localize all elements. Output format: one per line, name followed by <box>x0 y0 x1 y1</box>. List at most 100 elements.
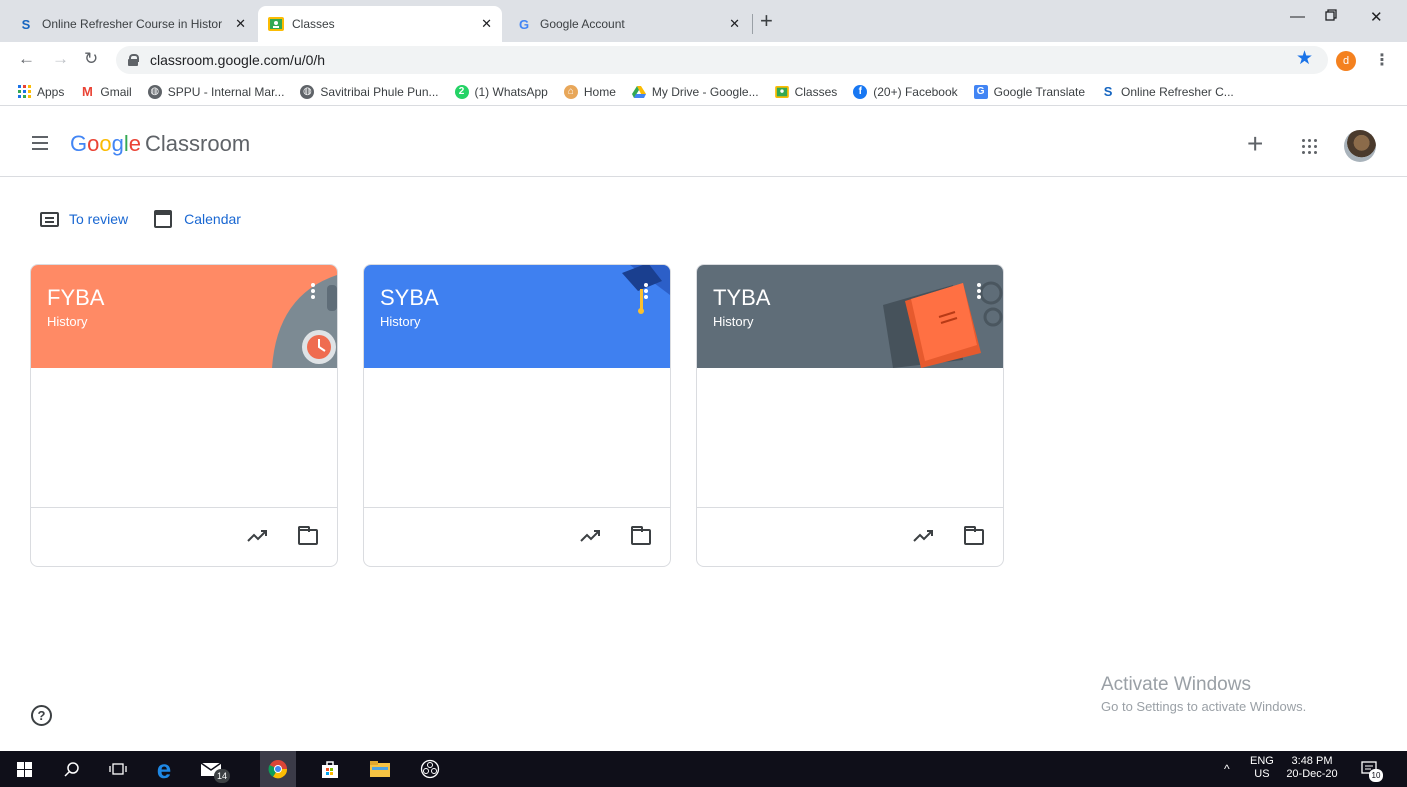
folder-icon[interactable] <box>964 526 984 545</box>
store-icon[interactable] <box>314 751 346 787</box>
close-icon[interactable]: ✕ <box>481 16 492 32</box>
trending-up-icon[interactable] <box>913 529 935 543</box>
bookmark-online-refresher[interactable]: S Online Refresher C... <box>1101 84 1234 99</box>
classroom-logo[interactable]: Google Classroom <box>70 131 250 157</box>
bookmark-label: SPPU - Internal Mar... <box>167 84 285 99</box>
bookmark-classes[interactable]: Classes <box>774 85 837 99</box>
new-tab-button[interactable]: + <box>760 10 773 32</box>
bookmark-translate[interactable]: G Google Translate <box>973 84 1085 99</box>
edge-browser-icon[interactable]: e <box>148 751 180 787</box>
bookmark-apps[interactable]: Apps <box>18 85 64 99</box>
bookmark-label: My Drive - Google... <box>651 84 759 99</box>
more-options-icon[interactable] <box>311 283 315 299</box>
s-icon: S <box>21 16 31 32</box>
home-icon: ⌂ <box>563 84 578 99</box>
tab-google-account[interactable]: G Google Account ✕ <box>506 6 750 42</box>
windows-taskbar: e 14 ^ ENG US 3:48 PM 20-Dec-20 10 <box>0 751 1407 787</box>
translate-icon: G <box>973 84 988 99</box>
calendar-icon <box>154 210 173 228</box>
class-card-fyba[interactable]: FYBA History <box>30 264 338 567</box>
restore-button[interactable] <box>1325 8 1337 25</box>
tab-classes[interactable]: Classes ✕ <box>258 6 502 42</box>
close-icon[interactable]: ✕ <box>235 16 246 32</box>
watermark-subtitle: Go to Settings to activate Windows. <box>1101 699 1307 714</box>
classroom-wordmark: Classroom <box>145 131 251 156</box>
bookmark-facebook[interactable]: f (20+) Facebook <box>853 84 958 99</box>
browser-menu-icon[interactable]: ⋮ <box>1374 50 1390 70</box>
browser-tab-strip: S Online Refresher Course in Histor ✕ Cl… <box>0 0 1407 42</box>
folder-icon[interactable] <box>298 526 318 545</box>
drive-icon <box>631 85 646 99</box>
trending-up-icon[interactable] <box>247 529 269 543</box>
bookmark-label: Gmail <box>100 84 132 99</box>
class-card-syba[interactable]: SYBA History <box>363 264 671 567</box>
class-card-banner[interactable]: TYBA History <box>697 265 1003 368</box>
classroom-icon <box>774 85 789 99</box>
whatsapp-icon: 2 <box>454 84 469 99</box>
class-card-banner[interactable]: FYBA History <box>31 265 337 368</box>
search-icon[interactable] <box>58 751 86 787</box>
language-code: ENG <box>1250 755 1274 767</box>
calendar-label: Calendar <box>184 211 241 227</box>
clock[interactable]: 3:48 PM 20-Dec-20 <box>1282 755 1342 781</box>
tab-title: Classes <box>292 17 335 31</box>
forward-icon[interactable]: → <box>52 49 69 69</box>
bookmark-drive[interactable]: My Drive - Google... <box>631 84 759 99</box>
tab-title: Google Account <box>540 17 625 31</box>
bookmark-star-icon[interactable]: ★ <box>1296 47 1313 70</box>
back-icon[interactable]: ← <box>18 49 35 69</box>
activate-windows-watermark: Activate Windows Go to Settings to activ… <box>1101 674 1306 714</box>
tab-separator <box>752 14 753 34</box>
obs-icon[interactable] <box>414 751 446 787</box>
bookmark-savitribai[interactable]: ◍ Savitribai Phule Pun... <box>300 84 439 99</box>
folder-icon[interactable] <box>631 526 651 545</box>
gmail-icon: M <box>81 84 93 99</box>
help-icon[interactable]: ? <box>31 705 52 726</box>
mail-icon[interactable]: 14 <box>192 751 232 787</box>
input-language[interactable]: ENG US <box>1250 755 1274 781</box>
tray-chevron-icon[interactable]: ^ <box>1224 763 1230 776</box>
bookmark-label: (1) WhatsApp <box>474 84 548 99</box>
account-avatar[interactable] <box>1344 130 1376 162</box>
clock-time: 3:48 PM <box>1291 755 1333 767</box>
url-text: classroom.google.com/u/0/h <box>150 52 326 68</box>
class-card-tyba[interactable]: TYBA History <box>696 264 1004 567</box>
to-review-link[interactable]: To review <box>40 211 128 227</box>
bookmark-home[interactable]: ⌂ Home <box>563 84 616 99</box>
watermark-title: Activate Windows <box>1101 674 1251 695</box>
calendar-link[interactable]: Calendar <box>154 210 241 228</box>
task-view-icon[interactable] <box>104 751 132 787</box>
close-window-button[interactable]: ✕ <box>1370 8 1383 26</box>
tab-online-refresher[interactable]: S Online Refresher Course in Histor ✕ <box>8 6 256 42</box>
tab-title: Online Refresher Course in Histor <box>42 17 223 31</box>
clock-date: 20-Dec-20 <box>1286 768 1338 780</box>
address-bar[interactable]: classroom.google.com/u/0/h <box>116 46 1328 74</box>
bookmarks-bar: Apps M Gmail ◍ SPPU - Internal Mar... ◍ … <box>0 78 1407 106</box>
create-join-class-icon[interactable]: + <box>1247 128 1263 160</box>
more-options-icon[interactable] <box>644 283 648 299</box>
s-icon: S <box>1103 84 1113 99</box>
google-apps-icon[interactable] <box>1302 139 1317 154</box>
close-icon[interactable]: ✕ <box>729 16 740 32</box>
bookmark-sppu[interactable]: ◍ SPPU - Internal Mar... <box>147 84 285 99</box>
class-card-banner[interactable]: SYBA History <box>364 265 670 368</box>
reload-icon[interactable]: ↻ <box>84 49 98 69</box>
to-review-label: To review <box>69 211 129 227</box>
file-explorer-icon[interactable] <box>364 751 396 787</box>
action-center-icon[interactable]: 10 <box>1356 751 1384 787</box>
more-options-icon[interactable] <box>977 283 981 299</box>
windows-start-icon[interactable] <box>10 751 38 787</box>
main-menu-icon[interactable] <box>32 136 48 150</box>
class-card-footer <box>364 507 670 566</box>
trending-up-icon[interactable] <box>580 529 602 543</box>
profile-avatar[interactable]: d <box>1336 51 1356 71</box>
chrome-icon[interactable] <box>260 751 296 787</box>
bookmark-whatsapp[interactable]: 2 (1) WhatsApp <box>454 84 548 99</box>
browser-toolbar: ← → ↻ classroom.google.com/u/0/h ★ d ⋮ <box>0 42 1407 78</box>
facebook-icon: f <box>853 84 868 99</box>
minimize-button[interactable]: — <box>1290 8 1305 25</box>
bookmark-gmail[interactable]: M Gmail <box>80 84 132 99</box>
apps-grid-icon <box>18 85 31 98</box>
globe-icon: ◍ <box>300 84 315 99</box>
google-wordmark: Google <box>70 131 142 156</box>
